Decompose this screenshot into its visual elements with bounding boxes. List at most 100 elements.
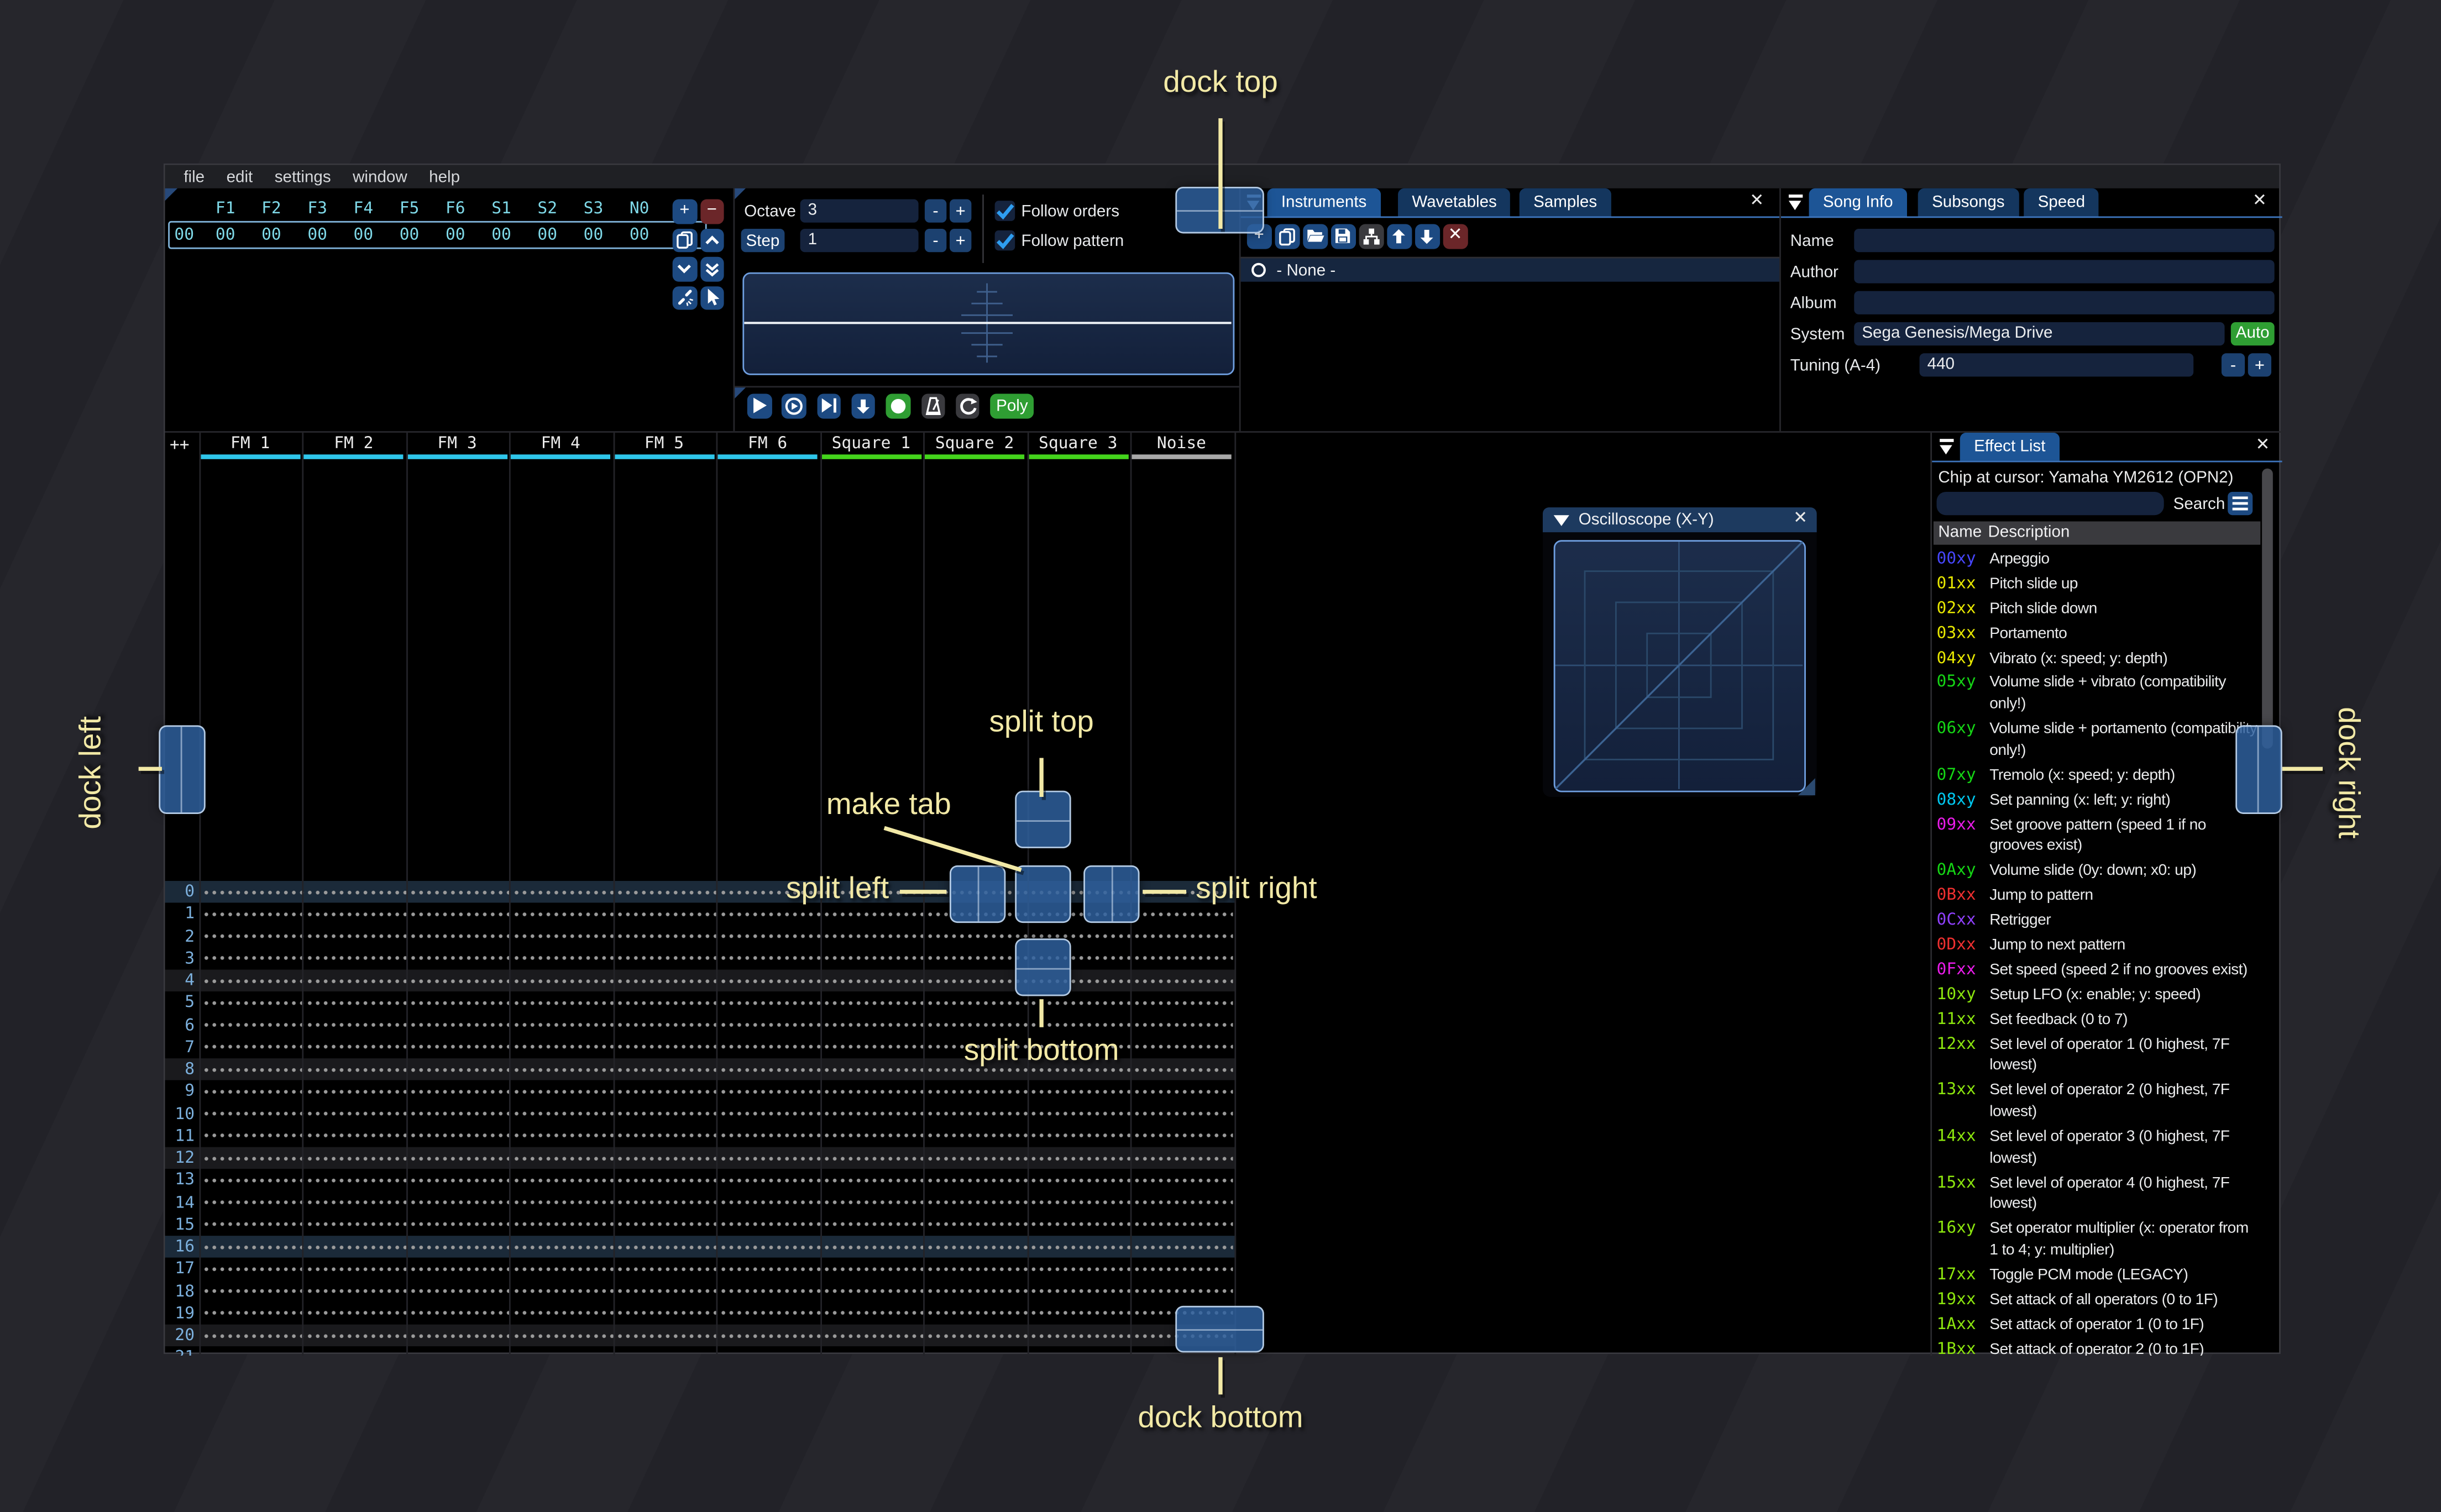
effect-row-0Dxx[interactable]: 0Dxx Jump to next pattern	[1937, 934, 2267, 959]
instrument-list-item-selected[interactable]: - None -	[1239, 258, 1780, 282]
split-target-top[interactable]	[1015, 790, 1071, 848]
step-row-button[interactable]	[851, 393, 876, 418]
close-icon[interactable]: ✕	[1747, 191, 1767, 212]
effect-row-09xx[interactable]: 09xx Set groove pattern (speed 1 if no gr…	[1937, 813, 2267, 860]
orders-cell-F3[interactable]: 00	[295, 225, 341, 244]
effect-row-0Cxx[interactable]: 0Cxx Retrigger	[1937, 909, 2267, 934]
orders-cell-F6[interactable]: 00	[432, 225, 478, 244]
dock-target-top[interactable]	[1175, 186, 1264, 233]
instrument-duplicate-button[interactable]	[1275, 224, 1300, 249]
pattern-row-21[interactable]: 21	[165, 1347, 1237, 1356]
order-move-up-button[interactable]	[699, 228, 724, 253]
tab-subsongs[interactable]: Subsongs	[1918, 188, 2019, 217]
instrument-move-up-button[interactable]	[1387, 224, 1412, 249]
effect-row-0Bxx[interactable]: 0Bxx Jump to pattern	[1937, 884, 2267, 909]
split-target-bottom[interactable]	[1015, 938, 1071, 996]
effect-row-14xx[interactable]: 14xx Set level of operator 3 (0 highest, …	[1937, 1125, 2267, 1172]
pattern-row-4[interactable]: 4	[165, 969, 1237, 992]
effect-row-07xy[interactable]: 07xy Tremolo (x: speed; y: depth)	[1937, 764, 2267, 789]
effect-row-10xy[interactable]: 10xy Setup LFO (x: enable; y: speed)	[1937, 983, 2267, 1008]
order-change-all-toggle[interactable]	[672, 285, 697, 310]
menu-item-settings[interactable]: settings	[264, 167, 342, 186]
effect-row-1Bxx[interactable]: 1Bxx Set attack of operator 2 (0 to 1F)	[1937, 1338, 2267, 1356]
panel-divider[interactable]	[1929, 432, 1931, 1356]
orders-cell-F1[interactable]: 00	[202, 225, 248, 244]
orders-cell-S3[interactable]: 00	[570, 225, 616, 244]
oscilloscope-xy-window[interactable]: Oscilloscope (X-Y) ✕	[1542, 507, 1817, 797]
order-remove-button[interactable]: −	[699, 199, 724, 224]
order-duplicate-end-button[interactable]	[699, 256, 724, 281]
dock-target-bottom[interactable]	[1175, 1305, 1264, 1352]
effect-table-header[interactable]: Name Description	[1933, 521, 2261, 544]
effect-row-01xx[interactable]: 01xx Pitch slide up	[1937, 573, 2267, 597]
oscilloscope-view[interactable]	[742, 272, 1235, 375]
order-move-down-button[interactable]	[672, 256, 697, 281]
panel-divider[interactable]	[733, 188, 735, 432]
pattern-row-16[interactable]: 16	[165, 1236, 1237, 1258]
make-tab-target[interactable]	[1015, 865, 1071, 923]
close-icon[interactable]: ✕	[1790, 509, 1811, 529]
name-input[interactable]	[1854, 229, 2275, 253]
split-target-left[interactable]	[949, 865, 1006, 923]
pattern-row-3[interactable]: 3	[165, 947, 1237, 969]
effect-row-04xy[interactable]: 04xy Vibrato (x: speed; y: depth)	[1937, 647, 2267, 671]
pattern-row-9[interactable]: 9	[165, 1080, 1237, 1102]
effect-search-input[interactable]	[1936, 491, 2164, 516]
pattern-row-6[interactable]: 6	[165, 1014, 1237, 1036]
pattern-row-2[interactable]: 2	[165, 925, 1237, 947]
tab-wavetables[interactable]: Wavetables	[1398, 188, 1511, 217]
effect-row-17xx[interactable]: 17xx Toggle PCM mode (LEGACY)	[1937, 1264, 2267, 1289]
orders-cell-F4[interactable]: 00	[341, 225, 386, 244]
effect-row-00xy[interactable]: 00xy Arpeggio	[1937, 548, 2267, 573]
menu-item-file[interactable]: file	[173, 167, 216, 186]
pattern-row-18[interactable]: 18	[165, 1280, 1237, 1302]
effect-row-16xy[interactable]: 16xy Set operator multiplier (x: operator…	[1937, 1217, 2267, 1264]
effect-row-1Axx[interactable]: 1Axx Set attack of operator 1 (0 to 1F)	[1937, 1313, 2267, 1338]
play-button[interactable]	[747, 393, 772, 418]
step-button[interactable]: Step	[741, 229, 785, 253]
effect-row-08xy[interactable]: 08xy Set panning (x: left; y: right)	[1937, 789, 2267, 813]
pattern-row-20[interactable]: 20	[165, 1324, 1237, 1347]
order-edit-mode-button[interactable]	[699, 285, 724, 310]
pattern-row-15[interactable]: 15	[165, 1214, 1237, 1236]
metronome-button[interactable]	[920, 393, 945, 418]
order-duplicate-button[interactable]	[672, 228, 697, 253]
effect-row-19xx[interactable]: 19xx Set attack of all operators (0 to 1F…	[1937, 1289, 2267, 1314]
tab-speed[interactable]: Speed	[2024, 188, 2099, 217]
poly-mono-toggle[interactable]: Poly	[990, 393, 1034, 418]
panel-divider[interactable]	[1779, 188, 1781, 432]
effect-row-05xy[interactable]: 05xy Volume slide + vibrato (compatibilit…	[1937, 671, 2267, 718]
repeat-pattern-button[interactable]	[955, 393, 980, 418]
tuning-input[interactable]: 440	[1919, 353, 2194, 377]
tab-samples[interactable]: Samples	[1519, 188, 1611, 217]
tab-instruments[interactable]: Instruments	[1267, 188, 1381, 217]
close-icon[interactable]: ✕	[2253, 436, 2273, 456]
effect-row-02xx[interactable]: 02xx Pitch slide down	[1937, 597, 2267, 622]
orders-cell-S1[interactable]: 00	[478, 225, 524, 244]
pattern-row-12[interactable]: 12	[165, 1147, 1237, 1169]
tab-effect-list[interactable]: Effect List	[1960, 432, 2060, 461]
octave-input[interactable]: 3	[800, 199, 919, 223]
orders-cell-F5[interactable]: 00	[386, 225, 432, 244]
effect-list-menu-button[interactable]	[2228, 491, 2253, 516]
oscilloscope-xy-titlebar[interactable]: Oscilloscope (X-Y) ✕	[1542, 507, 1817, 533]
effect-row-0Fxx[interactable]: 0Fxx Set speed (speed 2 if no grooves exi…	[1937, 958, 2267, 983]
resize-grip[interactable]	[1798, 778, 1815, 796]
system-auto-button[interactable]: Auto	[2230, 322, 2275, 346]
step-minus-button[interactable]: -	[924, 229, 947, 253]
play-pattern-button[interactable]	[816, 393, 841, 418]
orders-cell-N0[interactable]: 00	[616, 225, 662, 244]
effect-row-13xx[interactable]: 13xx Set level of operator 2 (0 highest, …	[1937, 1079, 2267, 1125]
octave-minus-button[interactable]: -	[924, 199, 947, 223]
pattern-row-17[interactable]: 17	[165, 1258, 1237, 1280]
order-add-button[interactable]: +	[672, 199, 697, 224]
orders-row-index[interactable]: 00	[171, 225, 206, 244]
close-icon[interactable]: ✕	[2250, 191, 2270, 212]
tab-song-info[interactable]: Song Info	[1809, 188, 1907, 217]
orders-cell-F2[interactable]: 00	[248, 225, 294, 244]
instrument-save-button[interactable]	[1330, 224, 1355, 249]
pattern-row-14[interactable]: 14	[165, 1191, 1237, 1214]
instrument-toggle-folders-button[interactable]	[1359, 224, 1384, 249]
collapse-button[interactable]	[1784, 188, 1806, 217]
pattern-row-19[interactable]: 19	[165, 1303, 1237, 1325]
